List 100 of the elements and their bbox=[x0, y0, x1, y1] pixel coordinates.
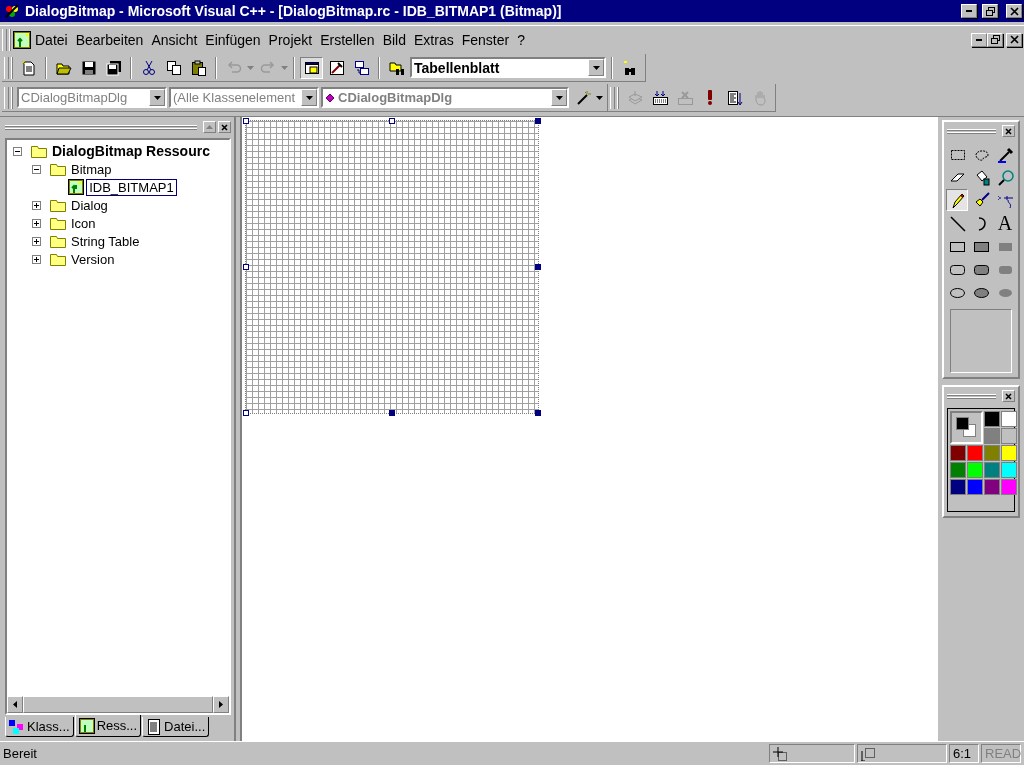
size-icon bbox=[861, 746, 875, 761]
save-all-icon bbox=[105, 59, 122, 76]
expand-icon[interactable] bbox=[32, 218, 41, 228]
menu-item[interactable]: Erstellen bbox=[316, 31, 379, 48]
color-swatch[interactable] bbox=[984, 445, 1000, 461]
tree-item[interactable]: Bitmap bbox=[68, 160, 115, 178]
close-button[interactable] bbox=[1002, 125, 1015, 137]
tree-item[interactable]: String Table bbox=[68, 232, 143, 250]
color-swatch[interactable] bbox=[984, 428, 1000, 444]
up-arrow-icon bbox=[206, 125, 213, 129]
color-swatch[interactable] bbox=[984, 462, 1000, 478]
close-icon bbox=[1005, 127, 1012, 135]
resize-handle[interactable] bbox=[535, 264, 541, 270]
close-button[interactable] bbox=[1006, 4, 1022, 18]
diamond-icon bbox=[325, 92, 335, 103]
folder-icon bbox=[50, 251, 66, 267]
color-swatch[interactable] bbox=[984, 411, 1000, 427]
menu-item[interactable]: Einfügen bbox=[201, 31, 265, 48]
color-swatch[interactable] bbox=[984, 479, 1000, 495]
folder-icon bbox=[50, 161, 66, 177]
window-title: DialogBitmap - Microsoft Visual C++ - [DialogBitmap.rc - IDB_BITMAP1 (Bitmap)] bbox=[25, 3, 563, 19]
expand-icon[interactable] bbox=[32, 254, 41, 264]
restore-icon bbox=[985, 6, 995, 16]
redo-icon bbox=[259, 59, 276, 76]
maximize-button[interactable] bbox=[982, 4, 998, 18]
scroll-left-button[interactable] bbox=[7, 696, 23, 713]
close-button[interactable] bbox=[1002, 390, 1015, 402]
color-swatch[interactable] bbox=[967, 462, 983, 478]
color-swatch[interactable] bbox=[1001, 428, 1017, 444]
resize-handle[interactable] bbox=[535, 410, 541, 416]
plus-icon bbox=[34, 256, 39, 262]
resize-handle[interactable] bbox=[243, 118, 249, 124]
exclamation-icon bbox=[707, 90, 712, 105]
eyedropper-icon bbox=[996, 145, 1014, 163]
restore-button[interactable] bbox=[987, 32, 1003, 47]
resize-handle[interactable] bbox=[389, 118, 395, 124]
windows-icon bbox=[353, 59, 370, 76]
color-swatch[interactable] bbox=[950, 462, 966, 478]
menu-item[interactable]: Extras bbox=[410, 31, 458, 48]
collapse-icon[interactable] bbox=[13, 146, 22, 156]
tree-item[interactable]: IDB_BITMAP1 bbox=[86, 178, 177, 196]
scrollbar-thumb[interactable] bbox=[23, 696, 213, 713]
color-swatch[interactable] bbox=[1001, 411, 1017, 427]
dropdown-arrow-icon[interactable] bbox=[596, 95, 603, 100]
color-swatch[interactable] bbox=[950, 479, 966, 495]
color-swatch[interactable] bbox=[1001, 462, 1017, 478]
tree-item[interactable]: Icon bbox=[68, 214, 99, 232]
resize-handle[interactable] bbox=[535, 118, 541, 124]
collapse-button[interactable] bbox=[203, 121, 216, 133]
minimize-icon bbox=[976, 38, 982, 41]
compile-icon bbox=[626, 89, 643, 106]
expand-icon[interactable] bbox=[32, 200, 41, 210]
menu-item[interactable]: Fenster bbox=[457, 31, 514, 48]
menu-item[interactable]: ? bbox=[513, 31, 529, 48]
tree-item[interactable]: DialogBitmap Ressourc bbox=[49, 142, 213, 160]
plus-icon bbox=[34, 220, 39, 226]
menu-item[interactable]: Bearbeiten bbox=[71, 31, 148, 48]
color-swatch[interactable] bbox=[1001, 445, 1017, 461]
folder-icon bbox=[50, 197, 66, 213]
close-button[interactable] bbox=[218, 121, 231, 133]
menu-item[interactable]: Ansicht bbox=[147, 31, 202, 48]
left-arrow-icon bbox=[13, 701, 17, 708]
minimize-button[interactable] bbox=[971, 32, 987, 47]
line-icon bbox=[948, 214, 966, 232]
tab[interactable]: Klass... bbox=[5, 717, 74, 737]
color-swatch[interactable] bbox=[950, 445, 966, 461]
close-button[interactable] bbox=[1006, 32, 1022, 47]
tree-item[interactable]: Version bbox=[68, 250, 118, 268]
minimize-icon bbox=[966, 10, 972, 12]
app-icon bbox=[4, 3, 20, 19]
minus-icon bbox=[34, 166, 39, 172]
collapse-icon[interactable] bbox=[32, 164, 41, 174]
restore-icon bbox=[990, 35, 1000, 44]
text-tool-button[interactable]: A bbox=[994, 212, 1016, 234]
menu-item[interactable]: Projekt bbox=[264, 31, 317, 48]
menu-item[interactable]: Bild bbox=[378, 31, 410, 48]
close-icon bbox=[1005, 392, 1012, 400]
color-swatch[interactable] bbox=[1001, 479, 1017, 495]
tab[interactable]: Datei... bbox=[142, 717, 210, 737]
color-swatch[interactable] bbox=[967, 479, 983, 495]
tab[interactable]: Ress... bbox=[74, 715, 142, 737]
keyboard-cross-icon bbox=[676, 89, 693, 106]
workspace-button[interactable] bbox=[300, 56, 323, 79]
resize-handle[interactable] bbox=[389, 410, 395, 416]
expand-icon[interactable] bbox=[32, 236, 41, 246]
output-window-icon bbox=[328, 59, 345, 76]
resize-handle[interactable] bbox=[243, 410, 249, 416]
magnifier-icon bbox=[996, 168, 1014, 186]
minimize-button[interactable] bbox=[961, 4, 977, 18]
resize-handle[interactable] bbox=[243, 264, 249, 270]
color-swatch[interactable] bbox=[967, 445, 983, 461]
document-arrow-icon bbox=[726, 89, 743, 106]
menu-item[interactable]: Datei bbox=[31, 31, 72, 48]
scroll-right-button[interactable] bbox=[213, 696, 229, 713]
close-icon bbox=[221, 123, 228, 131]
dropdown-field[interactable]: Tabellenblatt bbox=[410, 57, 606, 78]
pencil-tool-button[interactable] bbox=[946, 189, 968, 211]
tree-item[interactable]: Dialog bbox=[68, 196, 111, 214]
position-icon bbox=[773, 746, 787, 761]
minus-icon bbox=[15, 148, 20, 154]
